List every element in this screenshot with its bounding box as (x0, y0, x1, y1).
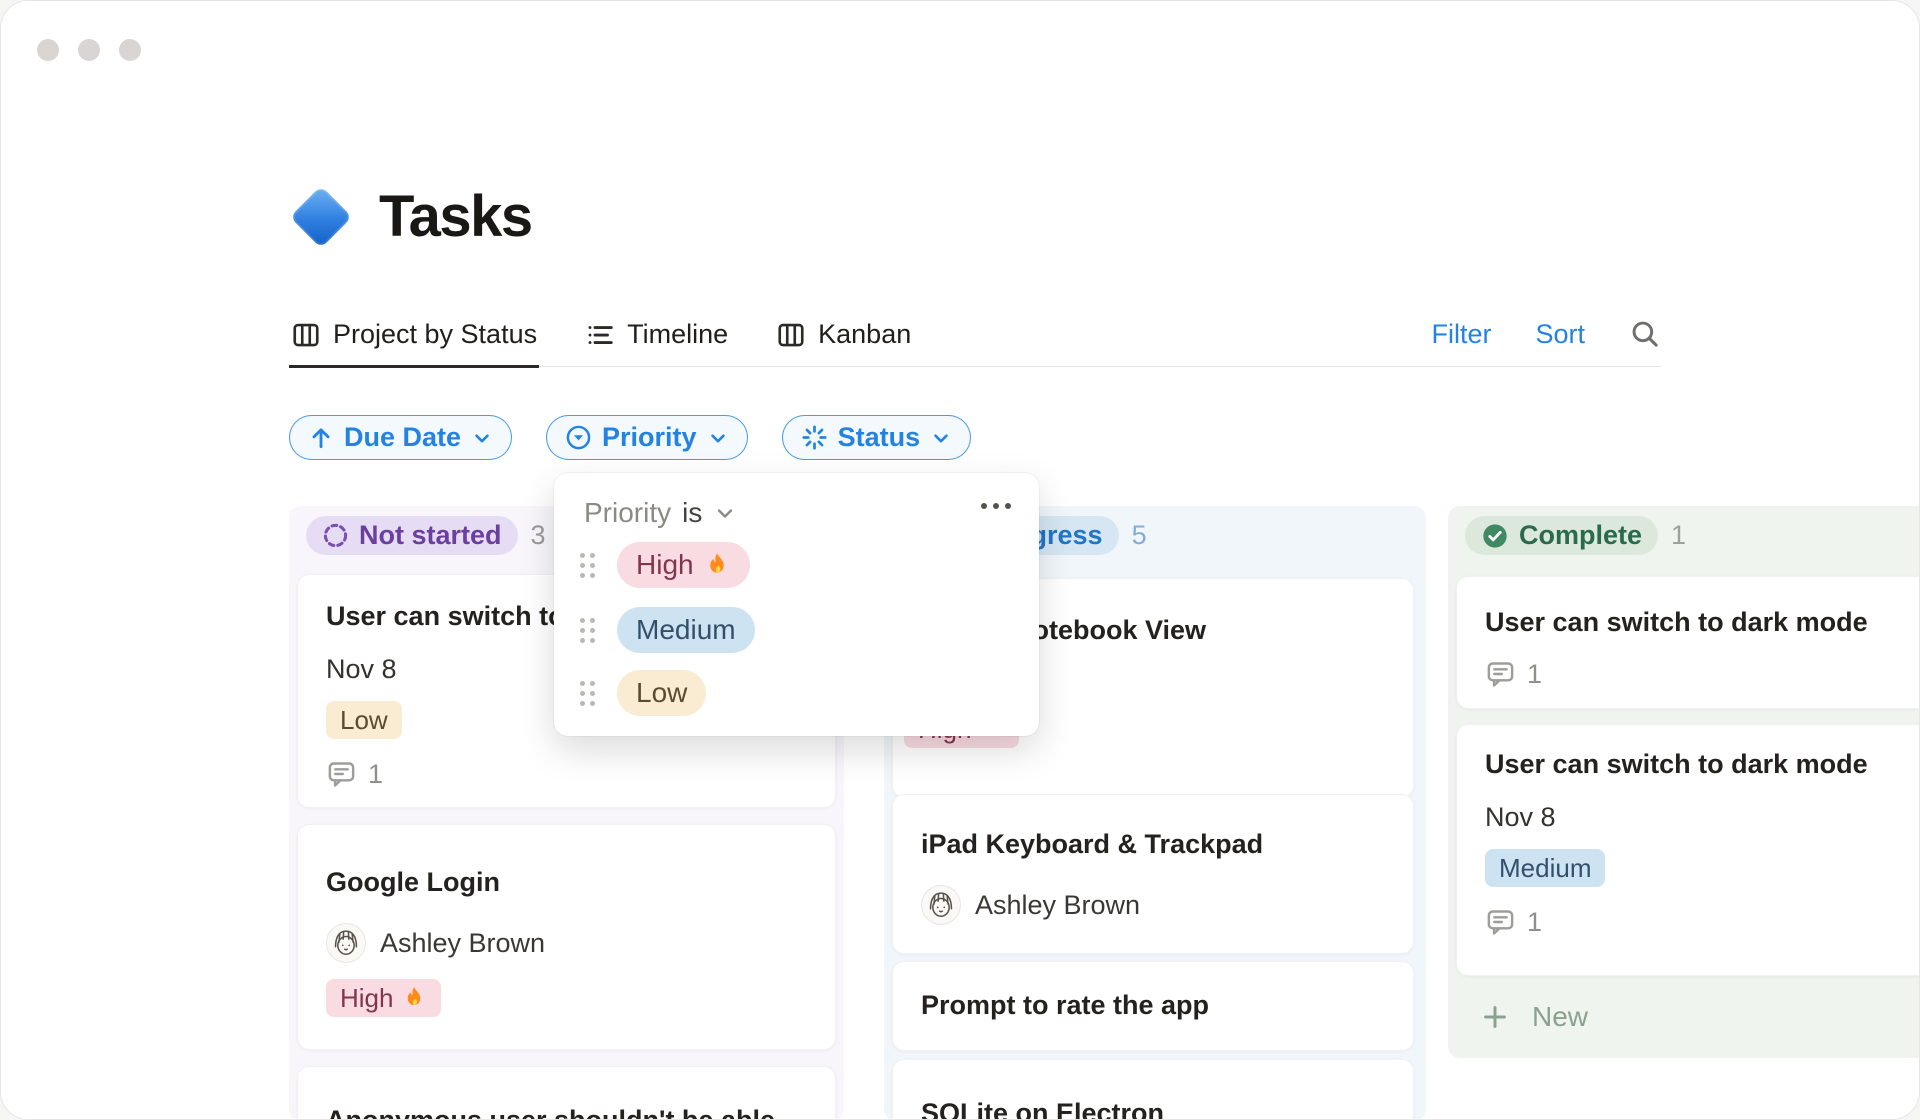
due-date-filter-chip[interactable]: Due Date (289, 415, 513, 460)
column-count: 5 (1131, 520, 1147, 550)
task-title: iPad Keyboard & Trackpad (921, 829, 1264, 859)
task-card[interactable]: User can switch to dark mode Nov 8 Mediu… (1456, 724, 1919, 976)
new-task-label: New (1532, 1001, 1589, 1032)
task-title: Google Login (326, 867, 500, 897)
task-title: User can switch to dark mode (1485, 749, 1868, 779)
assignee-name: Ashley Brown (975, 889, 1141, 920)
task-title: Notebook View (1013, 615, 1207, 645)
chevron-down-icon (710, 433, 725, 442)
board-view-icon (778, 323, 804, 346)
chevron-down-icon (934, 433, 948, 442)
more-options-icon[interactable] (981, 503, 1011, 509)
assignee: Ashley Brown (921, 885, 1385, 925)
drag-handle-icon[interactable] (580, 617, 595, 643)
tab-label: Project by Status (333, 319, 538, 349)
option-label: Low (617, 670, 707, 716)
dropdown-property: Priority (584, 497, 672, 528)
comment-count-value: 1 (1527, 659, 1543, 689)
fire-icon (408, 987, 421, 1006)
dropdown-operator: is (682, 497, 703, 528)
avatar (921, 885, 961, 925)
chevron-down-icon (718, 509, 733, 518)
task-card[interactable]: SQLite on Electron (892, 1059, 1414, 1120)
task-card[interactable]: User can switch to dark mode 1 (1456, 576, 1919, 709)
task-title: Prompt to rate the app (921, 990, 1210, 1020)
view-tab-bar: Project by Status Timeline Kanban Filter… (289, 313, 1661, 368)
task-card[interactable]: Prompt to rate the app (892, 961, 1414, 1051)
window-minimize-button[interactable] (78, 39, 100, 61)
assignee-name: Ashley Brown (380, 927, 546, 958)
chevron-down-icon (475, 433, 489, 442)
task-title: User can switch to dark mode (1485, 607, 1868, 637)
priority-option-medium[interactable]: Medium (580, 607, 755, 653)
check-circle-icon (1483, 523, 1507, 548)
comment-count: 1 (326, 759, 807, 790)
comment-count-value: 1 (1527, 907, 1543, 937)
column-count: 3 (530, 520, 546, 550)
circle-caret-down-icon (566, 425, 591, 450)
board-view-icon (293, 323, 319, 346)
priority-option-high[interactable]: High (580, 542, 750, 588)
comment-icon (1487, 662, 1514, 687)
comment-count-value: 1 (368, 759, 384, 789)
page-header: Tasks (289, 183, 533, 250)
tab-timeline[interactable]: Timeline (583, 313, 730, 368)
blue-diamond-icon (289, 185, 353, 249)
timeline-list-icon (588, 325, 613, 344)
task-card[interactable]: Anonymous user shouldn't be able (297, 1066, 836, 1120)
page-title: Tasks (379, 184, 533, 249)
priority-filter-dropdown: Priority is High Medium Low (554, 473, 1039, 736)
fire-icon (709, 553, 724, 573)
status-badge-complete[interactable]: Complete (1465, 516, 1659, 555)
column-name: Complete (1519, 520, 1643, 550)
dropdown-rule[interactable]: Priority is (584, 497, 737, 529)
comment-count: 1 (1485, 659, 1919, 690)
task-card[interactable]: iPad Keyboard & Trackpad Ashley Brown (892, 794, 1414, 954)
comment-icon (1487, 910, 1514, 935)
option-label: Medium (617, 607, 755, 653)
status-badge-not-started[interactable]: Not started (306, 516, 518, 555)
chip-label: Priority (602, 422, 697, 452)
progress-spinner-icon (802, 425, 827, 450)
window-zoom-button[interactable] (119, 39, 141, 61)
comment-icon (328, 762, 355, 787)
app-window: Tasks Project by Status Timeline Kanban … (0, 0, 1920, 1120)
task-card[interactable]: Google Login Ashley Brown High (297, 824, 836, 1050)
dashed-circle-icon (323, 523, 348, 548)
drag-handle-icon[interactable] (580, 552, 595, 578)
priority-filter-chip[interactable]: Priority (546, 415, 748, 460)
search-icon[interactable] (1629, 318, 1661, 350)
option-label: High (636, 549, 694, 580)
task-title: SQLite on Electron (921, 1098, 1165, 1120)
sort-button[interactable]: Sort (1535, 319, 1585, 350)
tab-label: Timeline (627, 319, 729, 349)
window-controls (37, 39, 141, 61)
filter-chip-row: Due Date Priority Status (289, 415, 972, 460)
avatar (326, 923, 366, 963)
new-task-button[interactable]: New (1448, 976, 1919, 1058)
task-title: Anonymous user shouldn't be able (326, 1105, 775, 1120)
comment-count: 1 (1485, 907, 1919, 938)
priority-badge-medium: Medium (1485, 849, 1606, 887)
priority-option-low[interactable]: Low (580, 670, 707, 716)
assignee: Ashley Brown (326, 923, 807, 963)
tab-project-by-status[interactable]: Project by Status (289, 313, 540, 368)
priority-label: High (340, 983, 394, 1013)
column-count: 1 (1671, 520, 1687, 550)
priority-badge-low: Low (326, 701, 402, 739)
column-name: Not started (359, 520, 502, 550)
task-due-date: Nov 8 (1485, 802, 1556, 832)
tab-label: Kanban (818, 319, 912, 349)
tab-kanban[interactable]: Kanban (774, 313, 913, 368)
drag-handle-icon[interactable] (580, 680, 595, 706)
arrow-up-icon (312, 427, 330, 448)
status-filter-chip[interactable]: Status (781, 415, 972, 460)
window-close-button[interactable] (37, 39, 59, 61)
chip-label: Due Date (344, 422, 462, 452)
plus-icon (1484, 1006, 1506, 1028)
filter-button[interactable]: Filter (1431, 319, 1491, 350)
priority-badge-high: High (326, 979, 442, 1017)
column-complete: Complete 1 User can switch to dark mode … (1448, 506, 1919, 1058)
chip-label: Status (837, 422, 921, 452)
